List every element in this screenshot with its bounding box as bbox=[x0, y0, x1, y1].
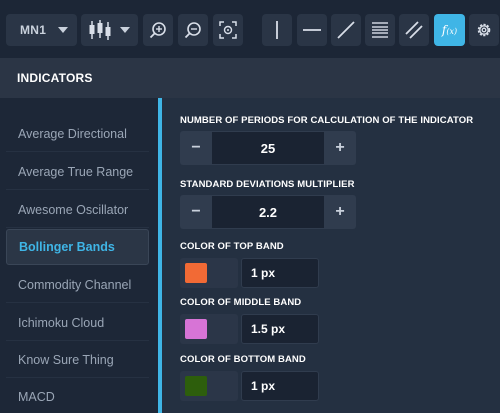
indicator-settings: NUMBER OF PERIODS FOR CALCULATION OF THE… bbox=[162, 98, 500, 413]
bottom-band-color-swatch bbox=[185, 376, 207, 396]
candlestick-icon bbox=[89, 20, 111, 40]
bottom-band-color-picker[interactable] bbox=[180, 371, 238, 401]
fibonacci-button[interactable] bbox=[365, 14, 395, 46]
top-band-color-picker[interactable] bbox=[180, 258, 238, 288]
fibonacci-icon bbox=[372, 22, 388, 38]
indicator-label: MACD bbox=[18, 389, 55, 404]
channel-icon bbox=[405, 21, 423, 39]
std-dev-stepper: − 2.2 + bbox=[180, 195, 356, 229]
channel-button[interactable] bbox=[399, 14, 429, 46]
std-dev-decrement-button[interactable]: − bbox=[180, 195, 212, 229]
trend-line-button[interactable] bbox=[331, 14, 361, 46]
timeframe-value: MN1 bbox=[20, 23, 47, 37]
indicator-label: Average True Range bbox=[18, 164, 134, 179]
middle-band-color-swatch bbox=[185, 319, 207, 339]
indicator-item-know-sure-thing[interactable]: Know Sure Thing bbox=[6, 342, 149, 378]
zoom-in-icon bbox=[149, 22, 166, 39]
chart-type-select[interactable] bbox=[81, 14, 138, 46]
settings-button[interactable] bbox=[469, 14, 499, 46]
middle-band-width-select[interactable]: 1.5 px bbox=[241, 314, 319, 344]
gear-icon bbox=[477, 23, 491, 37]
periods-stepper: − 25 + bbox=[180, 131, 356, 165]
indicator-label: Commodity Channel bbox=[18, 277, 132, 292]
indicator-label: Ichimoku Cloud bbox=[18, 315, 105, 330]
top-band-width-select[interactable]: 1 px bbox=[241, 258, 319, 288]
trend-line-icon bbox=[337, 21, 355, 39]
horizontal-line-button[interactable] bbox=[297, 14, 327, 46]
bottom-band-width-select[interactable]: 1 px bbox=[241, 371, 319, 401]
zoom-out-icon bbox=[184, 22, 201, 39]
zoom-in-button[interactable] bbox=[143, 14, 173, 46]
horizontal-line-icon bbox=[303, 29, 321, 31]
zoom-out-button[interactable] bbox=[178, 14, 208, 46]
indicator-label: Average Directional bbox=[18, 126, 127, 141]
bottom-band-label: COLOR OF BOTTOM BAND bbox=[180, 354, 306, 365]
panel-title: INDICATORS bbox=[17, 71, 93, 85]
indicator-item-awesome-oscillator[interactable]: Awesome Oscillator bbox=[6, 192, 149, 228]
indicator-item-average-true-range[interactable]: Average True Range bbox=[6, 154, 149, 190]
vertical-line-button[interactable] bbox=[262, 14, 292, 46]
indicator-item-macd[interactable]: MACD bbox=[6, 379, 149, 413]
fx-sub-label: (x) bbox=[446, 27, 458, 36]
std-dev-input[interactable]: 2.2 bbox=[212, 195, 324, 229]
timeframe-select[interactable]: MN1 bbox=[6, 14, 77, 46]
indicator-label: Awesome Oscillator bbox=[18, 202, 129, 217]
indicator-item-bollinger-bands[interactable]: Bollinger Bands bbox=[6, 229, 149, 265]
indicator-label: Bollinger Bands bbox=[19, 240, 115, 254]
chart-toolbar: MN1 f(x) bbox=[0, 0, 500, 58]
periods-decrement-button[interactable]: − bbox=[180, 131, 212, 165]
vertical-line-icon bbox=[276, 21, 278, 39]
indicator-item-commodity-channel[interactable]: Commodity Channel bbox=[6, 267, 149, 303]
chevron-down-icon bbox=[58, 27, 68, 33]
top-band-label: COLOR OF TOP BAND bbox=[180, 241, 284, 252]
indicators-button[interactable]: f(x) bbox=[434, 14, 465, 46]
function-icon: f(x) bbox=[442, 23, 457, 37]
periods-input[interactable]: 25 bbox=[212, 131, 324, 165]
periods-increment-button[interactable]: + bbox=[324, 131, 356, 165]
indicator-item-ichimoku-cloud[interactable]: Ichimoku Cloud bbox=[6, 305, 149, 341]
top-band-color-swatch bbox=[185, 263, 207, 283]
fit-screen-icon bbox=[219, 21, 237, 39]
indicator-item-average-directional[interactable]: Average Directional bbox=[6, 116, 149, 152]
indicator-label: Know Sure Thing bbox=[18, 352, 114, 367]
panel-header: INDICATORS bbox=[0, 58, 500, 98]
chevron-down-icon bbox=[120, 27, 130, 33]
middle-band-label: COLOR OF MIDDLE BAND bbox=[180, 297, 302, 308]
periods-label: NUMBER OF PERIODS FOR CALCULATION OF THE… bbox=[180, 115, 474, 126]
middle-band-color-picker[interactable] bbox=[180, 314, 238, 344]
std-dev-label: STANDARD DEVIATIONS MULTIPLIER bbox=[180, 179, 355, 190]
fit-screen-button[interactable] bbox=[213, 14, 243, 46]
std-dev-increment-button[interactable]: + bbox=[324, 195, 356, 229]
indicator-list: Average Directional Average True Range A… bbox=[0, 98, 158, 413]
